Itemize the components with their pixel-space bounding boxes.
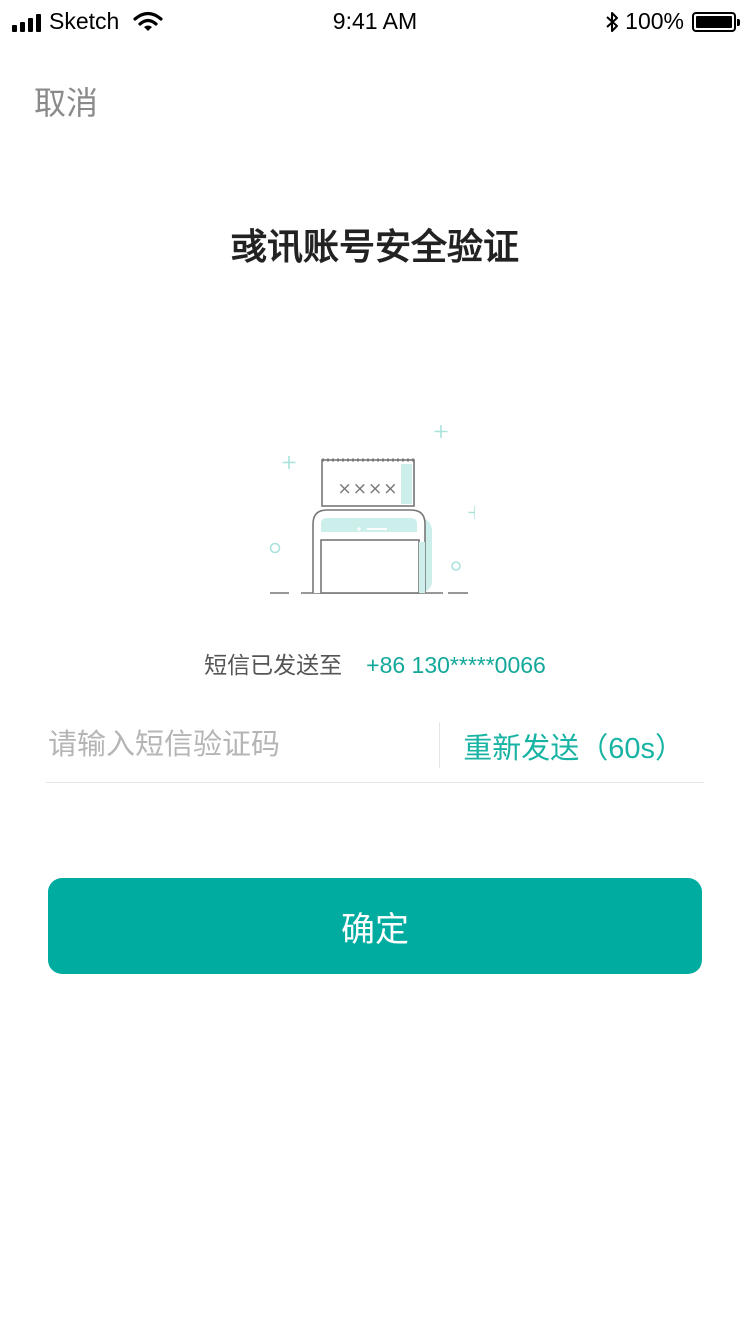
resend-button[interactable]: 重新发送（60s） xyxy=(463,725,684,767)
status-bar-right: 100% xyxy=(605,8,740,35)
bluetooth-icon xyxy=(606,11,619,32)
cancel-button[interactable]: 取消 xyxy=(34,78,98,124)
status-bar: Sketch 9:41 AM 100% xyxy=(0,0,750,40)
verification-code-row: 重新发送（60s） xyxy=(46,720,704,783)
phone-number: +86 130*****0066 xyxy=(366,652,546,678)
sms-phone-illustration: ×××× xyxy=(269,425,475,594)
sms-sent-info: 短信已发送至 +86 130*****0066 xyxy=(0,646,750,680)
sms-sent-label: 短信已发送至 xyxy=(204,652,343,678)
verification-code-input[interactable] xyxy=(46,720,428,770)
phone-screen xyxy=(320,539,420,594)
battery-percent: 100% xyxy=(625,8,684,34)
input-divider xyxy=(439,722,440,768)
battery-icon xyxy=(692,11,740,32)
confirm-button[interactable]: 确定 xyxy=(48,878,702,974)
sms-code-text: ×××× xyxy=(338,479,399,499)
page-title: 彧讯账号安全验证 xyxy=(230,226,519,267)
